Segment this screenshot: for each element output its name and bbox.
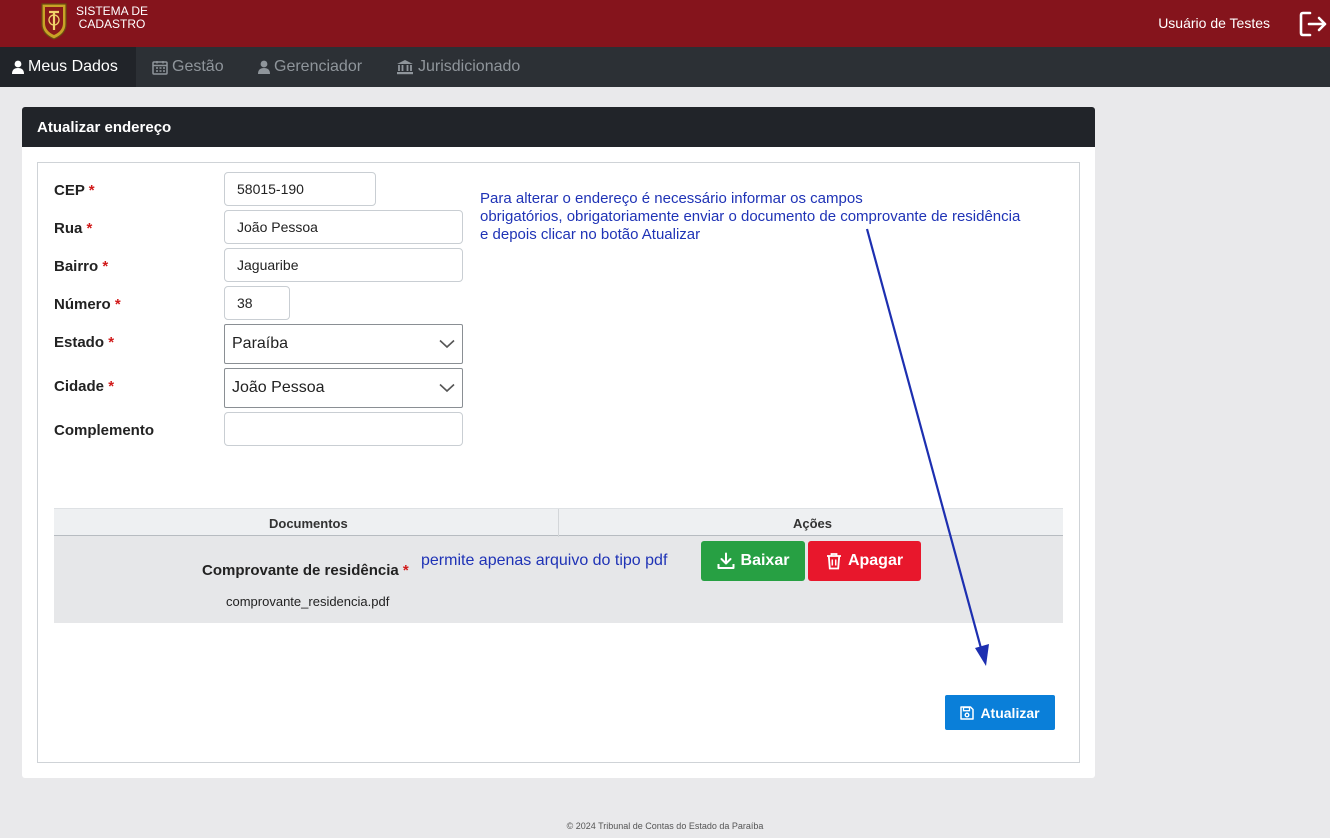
nav-label: Gerenciador [274,58,363,75]
documents-table-header: Documentos Ações [54,508,1063,537]
estado-select[interactable]: Paraíba [224,324,463,364]
cidade-label: Cidade * [54,378,115,395]
calendar-icon [152,60,168,75]
estado-label: Estado * [54,334,115,351]
nav-gerenciador[interactable]: Gerenciador [258,47,362,87]
col-documents: Documentos [269,516,348,531]
complemento-label: Complemento [54,422,155,439]
nav-meus-dados[interactable]: Meus Dados [0,47,136,87]
user-icon [12,60,24,74]
download-button[interactable]: Baixar [701,541,805,581]
card-title: Atualizar endereço [37,119,172,136]
document-label: Comprovante de residência * [202,562,409,579]
pdf-only-note: permite apenas arquivo do tipo pdf [421,552,668,569]
rua-label: Rua * [54,220,93,237]
update-label: Atualizar [980,704,1040,721]
update-button[interactable]: Atualizar [945,695,1055,730]
cep-input[interactable]: 58015-190 [224,172,376,206]
footer-copyright: © 2024 Tribunal de Contas do Estado da P… [566,821,764,831]
save-icon [960,705,975,720]
nav-label: Gestão [172,58,224,75]
document-file-name: comprovante_residencia.pdf [226,594,390,609]
main-navbar: Meus Dados Gestão Gerenciador Jurisdicio… [0,47,1330,87]
bairro-input[interactable]: Jaguaribe [224,248,463,282]
delete-button[interactable]: Apagar [808,541,921,581]
nav-label: Jurisdicionado [418,58,521,75]
cidade-value: João Pessoa [232,379,325,396]
logo-icon [41,3,67,40]
delete-label: Apagar [847,552,904,569]
logout-icon[interactable] [1299,10,1327,38]
numero-label: Número * [54,296,121,313]
cidade-select[interactable]: João Pessoa [224,368,463,408]
complemento-input[interactable] [224,412,463,446]
system-name: SISTEMA DE CADASTRO [76,4,149,31]
top-header: SISTEMA DE CADASTRO Usuário de Testes [0,0,1330,47]
card-header: Atualizar endereço [22,107,1095,147]
rua-input[interactable]: João Pessoa [224,210,463,244]
bank-icon [397,60,413,75]
column-divider [558,509,559,537]
nav-label: Meus Dados [28,58,118,75]
bairro-label: Bairro * [54,258,109,275]
cep-label: CEP * [54,182,95,199]
user-icon [258,60,270,74]
nav-jurisdicionado[interactable]: Jurisdicionado [396,47,520,87]
chevron-down-icon [439,339,455,349]
col-actions: Ações [793,516,833,531]
numero-input[interactable]: 38 [224,286,290,320]
estado-value: Paraíba [232,335,289,352]
form-panel [37,162,1080,763]
trash-icon [826,553,841,570]
download-icon [717,552,735,569]
download-label: Baixar [740,552,790,569]
instruction-note: Para alterar o endereço é necessário inf… [480,190,1021,243]
nav-gestao[interactable]: Gestão [152,47,224,87]
chevron-down-icon [439,383,455,393]
user-name: Usuário de Testes [1158,15,1270,31]
